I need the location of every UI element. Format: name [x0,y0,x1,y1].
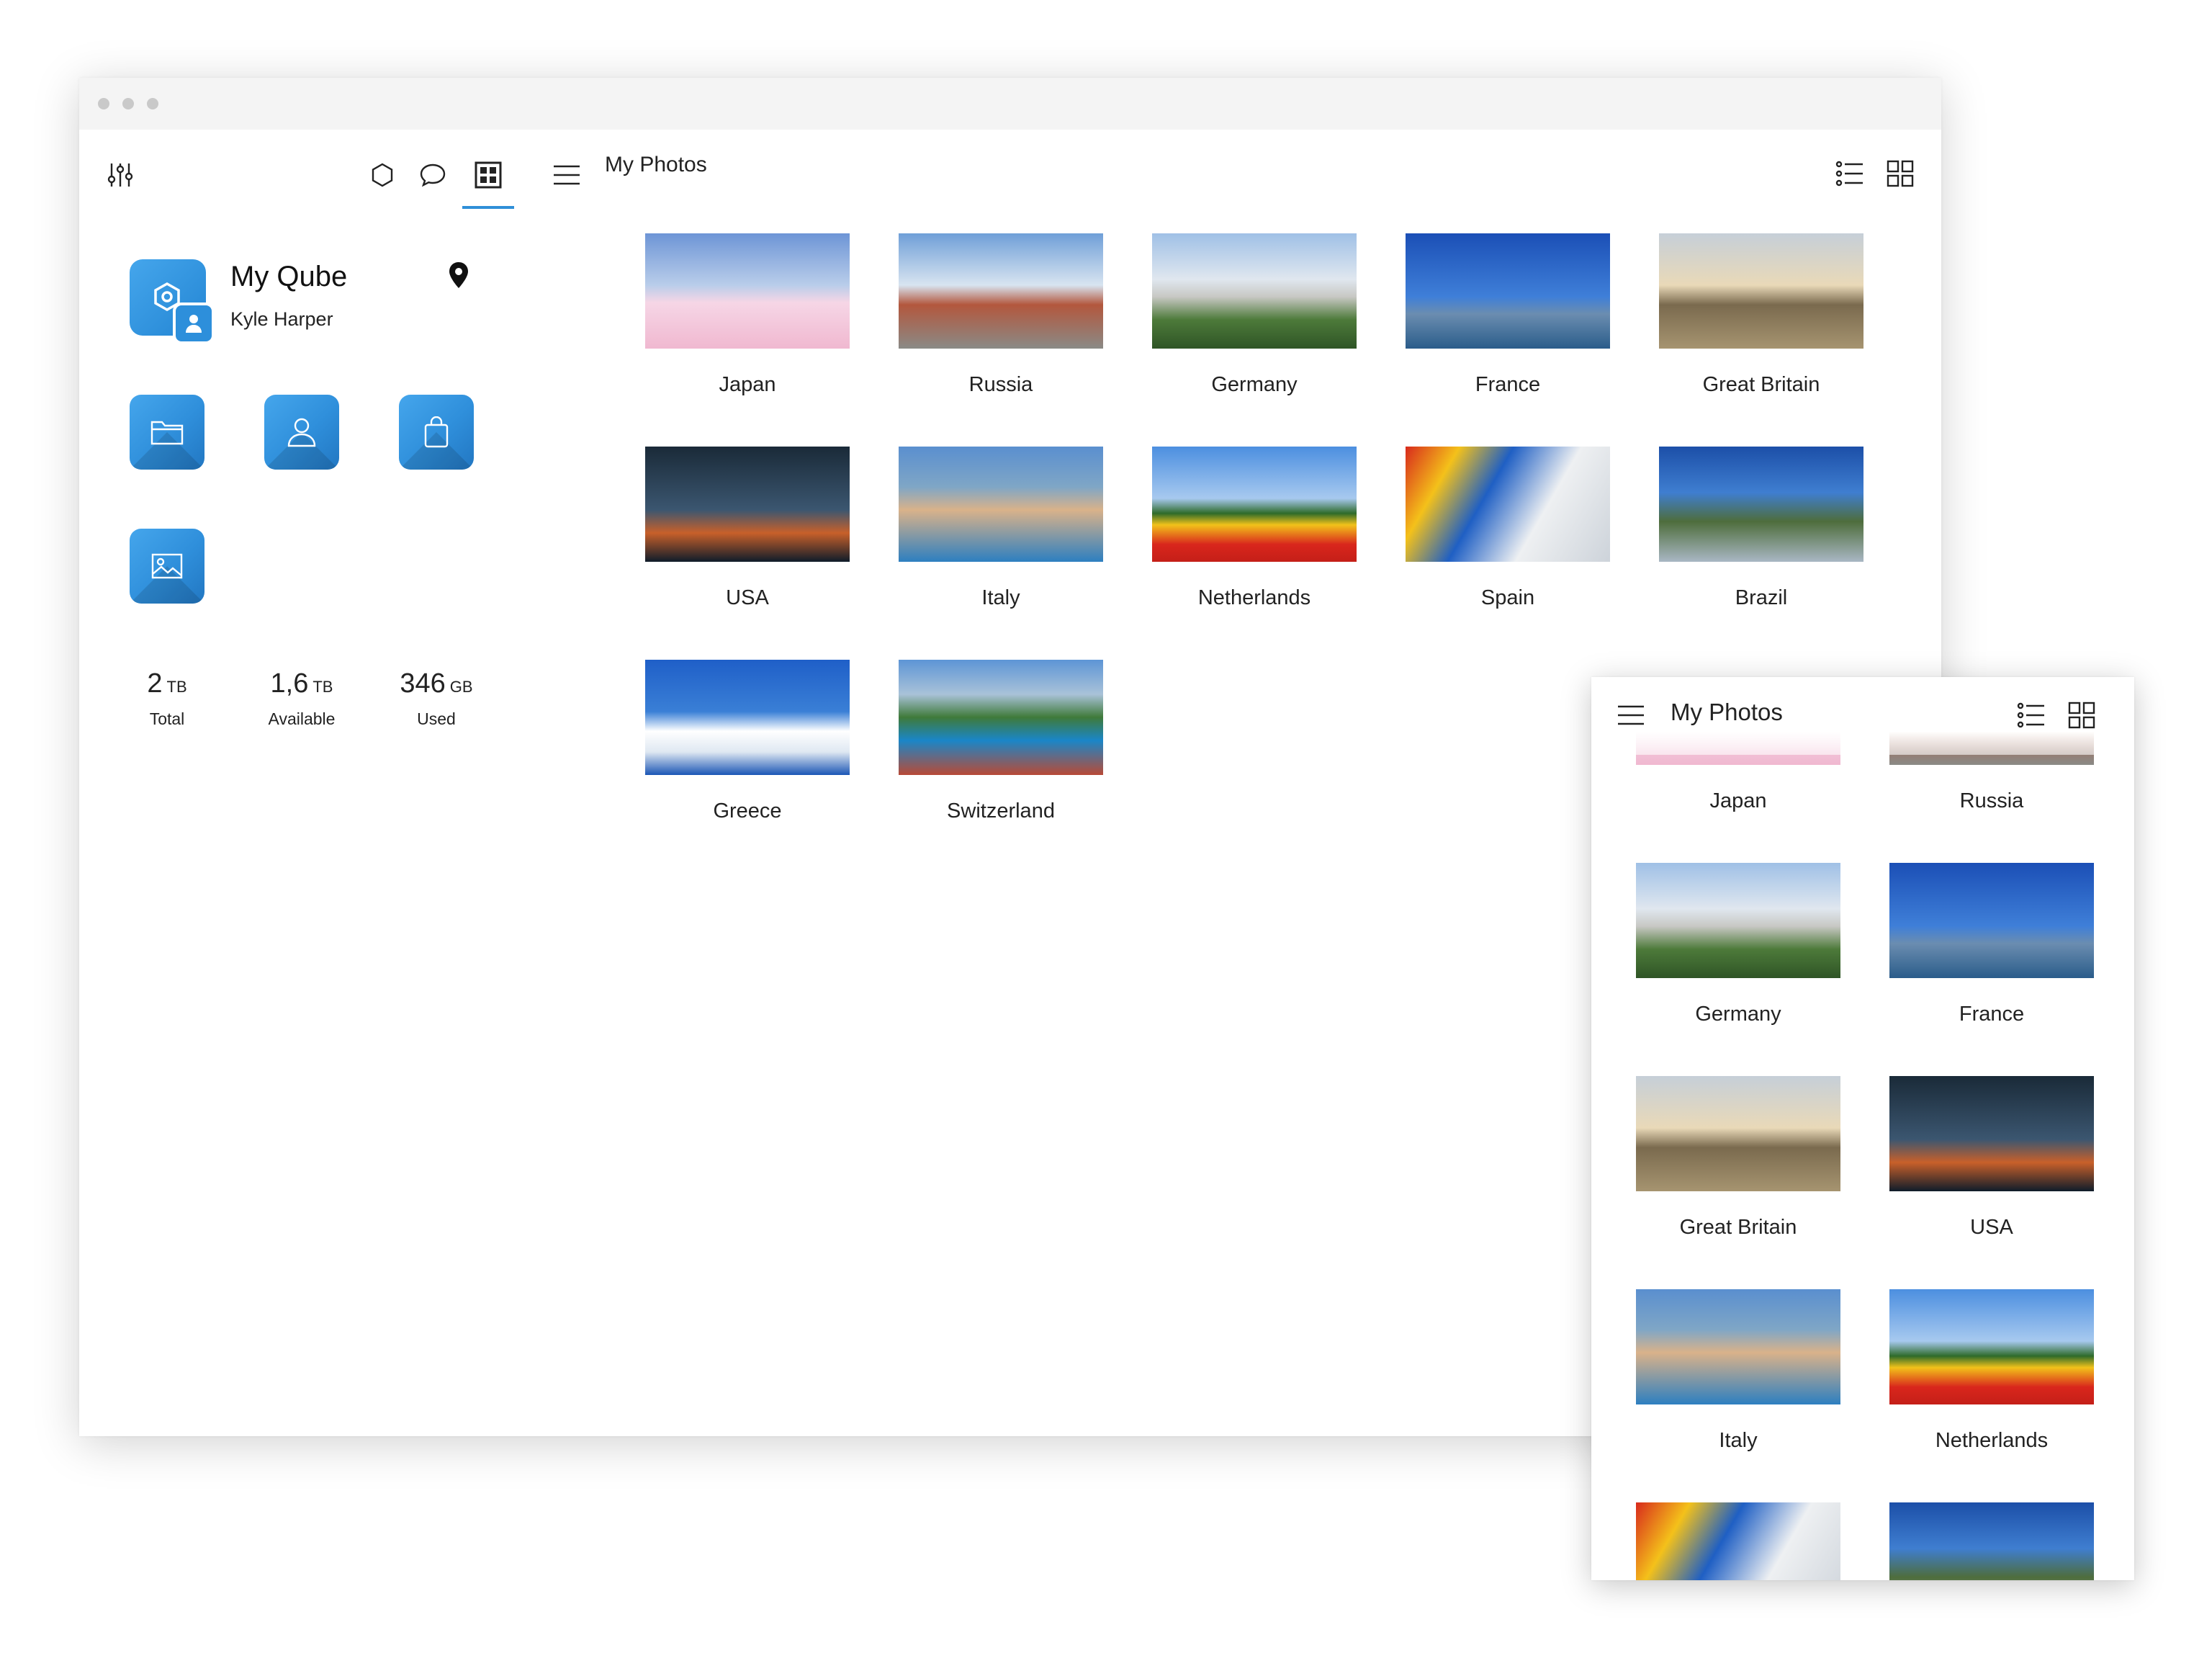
photo-item[interactable]: Switzerland [899,660,1103,823]
folder-icon [150,421,184,445]
title-bar [79,78,1941,130]
settings-sliders-icon[interactable] [102,157,138,193]
bag-icon [424,416,449,448]
photo-caption: France [1475,373,1541,396]
profile-user: Kyle Harper [230,308,333,330]
photo-thumbnail[interactable] [1152,233,1357,349]
photo-thumbnail[interactable] [1406,233,1610,349]
photo-caption: Italy [981,586,1020,609]
window-minimize-dot[interactable] [122,98,134,109]
photo-caption: Greece [713,799,782,823]
profile-name: My Qube [230,261,348,292]
photo-item[interactable]: France [1406,233,1610,397]
list-view-icon[interactable] [1832,156,1868,192]
photo-item[interactable]: Spain [1406,447,1610,610]
photo-caption: Brazil [1735,586,1788,609]
mobile-header: My Photos [1591,677,2134,755]
mobile-photo-item[interactable]: Great Britain [1636,1076,1840,1240]
photo-thumbnail[interactable] [1659,447,1863,562]
photo-item[interactable]: Germany [1152,233,1357,397]
photo-caption: Russia [968,373,1033,396]
storage-available: 1,6 TB Available [268,668,336,728]
chat-icon[interactable] [415,157,451,193]
mobile-photo-thumbnail[interactable] [1636,1076,1840,1191]
mobile-photo-caption: USA [1970,1216,2013,1239]
mobile-photo-thumbnail[interactable] [1636,863,1840,978]
mobile-photo-item[interactable] [1636,1502,1840,1580]
photo-thumbnail[interactable] [1152,447,1357,562]
photo-item[interactable]: Italy [899,447,1103,610]
mobile-photo-caption: Germany [1695,1003,1781,1026]
mobile-photo-caption: Italy [1719,1429,1758,1452]
photo-thumbnail[interactable] [645,660,850,775]
location-pin-icon[interactable] [448,261,469,292]
menu-icon[interactable] [549,157,585,193]
mobile-photo-thumbnail[interactable] [1889,1502,2094,1580]
mobile-grid-view-icon[interactable] [2064,697,2100,733]
grid-app-icon[interactable] [470,157,506,193]
photo-caption: USA [726,586,769,609]
mobile-photo-thumbnail[interactable] [1889,1289,2094,1404]
mobile-photo-caption: Russia [1959,789,2024,812]
bag-app-tile[interactable] [399,395,474,470]
photo-item[interactable]: Netherlands [1152,447,1357,610]
mobile-photo-caption: Japan [1709,789,1767,812]
mobile-photo-caption: Netherlands [1935,1429,2049,1452]
mobile-photo-item[interactable]: Italy [1636,1289,1840,1453]
mobile-list-view-icon[interactable] [2013,697,2049,733]
photo-caption: Spain [1480,586,1535,609]
photo-caption: Switzerland [947,799,1055,823]
photo-thumbnail[interactable] [645,233,850,349]
hexagon-icon[interactable] [364,157,400,193]
photo-thumbnail[interactable] [645,447,850,562]
photo-caption: Great Britain [1702,373,1820,396]
photo-item[interactable]: USA [645,447,850,610]
contacts-icon [287,418,316,447]
mobile-photo-caption: Great Britain [1679,1216,1797,1239]
storage-used: 346 GB Used [400,668,473,728]
photo-thumbnail[interactable] [899,447,1103,562]
mobile-photo-thumbnail[interactable] [1889,1076,2094,1191]
photo-caption: Germany [1211,373,1298,396]
photo-caption: Netherlands [1197,586,1311,609]
mobile-page-title: My Photos [1671,699,1783,725]
photo-item[interactable]: Japan [645,233,850,397]
photo-item[interactable]: Russia [899,233,1103,397]
mobile-photo-item[interactable]: USA [1889,1076,2094,1240]
mobile-photo-item[interactable]: Netherlands [1889,1289,2094,1453]
photo-item[interactable]: Great Britain [1659,233,1863,397]
photo-item[interactable]: Brazil [1659,447,1863,610]
mobile-photo-item[interactable]: Germany [1636,863,1840,1026]
mobile-photo-thumbnail[interactable] [1636,1289,1840,1404]
active-tab-indicator [462,206,514,209]
folder-app-tile[interactable] [130,395,204,470]
window-close-dot[interactable] [98,98,109,109]
mobile-photo-item[interactable] [1889,1502,2094,1580]
window-maximize-dot[interactable] [147,98,158,109]
mobile-window: My Photos Japan Russia Germany France Great … [1591,677,2134,1580]
photo-caption: Japan [719,373,776,396]
photo-thumbnail[interactable] [1659,233,1863,349]
mobile-photo-thumbnail[interactable] [1889,863,2094,978]
contacts-app-tile[interactable] [264,395,339,470]
storage-total: 2 TB Total [147,668,187,728]
mobile-photo-caption: France [1959,1003,2025,1026]
page-title: My Photos [605,153,707,176]
photo-item[interactable]: Greece [645,660,850,823]
photos-app-tile[interactable] [130,529,204,604]
mobile-photo-thumbnail[interactable] [1636,1502,1840,1580]
photo-thumbnail[interactable] [899,233,1103,349]
photo-thumbnail[interactable] [1406,447,1610,562]
mobile-menu-icon[interactable] [1613,697,1649,733]
mobile-photo-item[interactable]: France [1889,863,2094,1026]
photos-icon [151,553,183,579]
photo-thumbnail[interactable] [899,660,1103,775]
user-badge-icon [173,303,215,344]
grid-view-icon[interactable] [1882,156,1918,192]
